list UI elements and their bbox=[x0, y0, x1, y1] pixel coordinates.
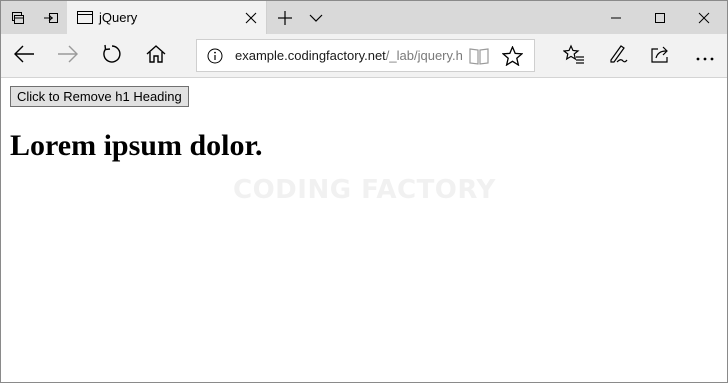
maximize-icon bbox=[654, 12, 666, 24]
back-arrow-icon bbox=[13, 45, 35, 67]
tab-menu-button[interactable] bbox=[301, 1, 331, 34]
favorites-hub-button[interactable] bbox=[552, 34, 596, 78]
new-tab-button[interactable] bbox=[269, 1, 301, 34]
close-window-button[interactable] bbox=[681, 1, 727, 34]
tab-title: jQuery bbox=[99, 10, 138, 25]
browser-window: jQuery example.codingfactory.net/_lab/jq… bbox=[0, 0, 728, 383]
watermark: CODING FACTORY bbox=[233, 175, 496, 205]
navigation-toolbar: example.codingfactory.net/_lab/jquery.ht bbox=[1, 34, 727, 78]
minimize-icon bbox=[610, 12, 622, 24]
tab-jquery[interactable]: jQuery bbox=[67, 1, 267, 34]
address-text[interactable]: example.codingfactory.net/_lab/jquery.ht bbox=[235, 40, 463, 71]
tabs-aside-button[interactable] bbox=[1, 1, 34, 34]
close-icon bbox=[698, 12, 710, 24]
plus-icon bbox=[277, 10, 293, 26]
notes-button[interactable] bbox=[596, 34, 640, 78]
chevron-down-icon bbox=[309, 13, 323, 23]
address-bar[interactable]: example.codingfactory.net/_lab/jquery.ht bbox=[196, 39, 535, 72]
refresh-button[interactable] bbox=[90, 34, 134, 78]
tabs-aside-icon bbox=[10, 10, 26, 26]
page-icon bbox=[77, 10, 93, 29]
page-content: Click to Remove h1 Heading Lorem ipsum d… bbox=[1, 79, 727, 382]
maximize-button[interactable] bbox=[639, 1, 681, 34]
remove-heading-button[interactable]: Click to Remove h1 Heading bbox=[10, 86, 189, 107]
more-icon bbox=[695, 47, 715, 66]
tabs-restore-icon bbox=[43, 10, 59, 26]
pen-icon bbox=[608, 44, 628, 68]
address-path: /_lab/jquery.ht bbox=[385, 48, 463, 63]
tab-close-icon[interactable] bbox=[244, 10, 258, 29]
forward-button[interactable] bbox=[46, 34, 90, 78]
page-heading: Lorem ipsum dolor. bbox=[10, 129, 263, 162]
home-button[interactable] bbox=[134, 34, 178, 78]
tabs-restore-button[interactable] bbox=[34, 1, 67, 34]
reading-view-icon[interactable] bbox=[469, 47, 489, 69]
more-button[interactable] bbox=[683, 34, 727, 78]
share-button[interactable] bbox=[639, 34, 683, 78]
address-domain: example.codingfactory.net bbox=[235, 48, 386, 63]
minimize-button[interactable] bbox=[593, 1, 639, 34]
back-button[interactable] bbox=[2, 34, 46, 78]
forward-arrow-icon bbox=[57, 45, 79, 67]
refresh-icon bbox=[102, 44, 122, 68]
home-icon bbox=[146, 44, 166, 68]
title-bar: jQuery bbox=[1, 1, 727, 34]
favorite-star-icon[interactable] bbox=[501, 45, 524, 70]
share-icon bbox=[650, 44, 672, 68]
info-icon[interactable] bbox=[207, 48, 223, 68]
favorites-hub-icon bbox=[562, 44, 585, 68]
